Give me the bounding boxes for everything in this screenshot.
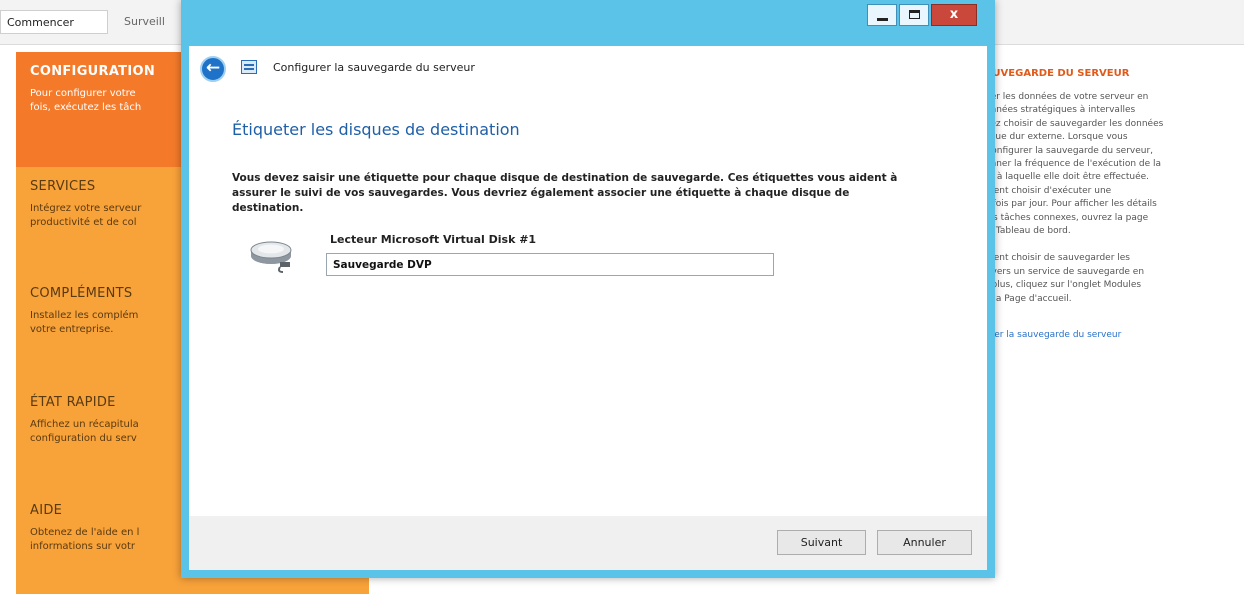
configure-backup-link[interactable]: urer la sauvegarde du serveur [985, 330, 1244, 340]
minimize-icon [877, 18, 888, 21]
close-button[interactable]: x [931, 4, 977, 26]
panel-description-2: ment choisir de sauvegarder les r vers u… [985, 253, 1145, 304]
disk-drive-icon [250, 241, 292, 273]
window-title: Configurer la sauvegarde du serveur [273, 61, 475, 74]
server-backup-icon [241, 60, 257, 74]
panel-description: ger les données de votre serveur en onné… [985, 92, 1164, 237]
minimize-button[interactable] [867, 4, 897, 26]
back-arrow-icon: ← [205, 58, 221, 78]
back-button[interactable]: ← [200, 56, 226, 82]
backup-wizard-window: x ← Configurer la sauvegarde du serveur … [181, 0, 995, 578]
maximize-icon [909, 10, 920, 19]
wizard-footer: Suivant Annuler [189, 516, 987, 570]
panel-title: AUVEGARDE DU SERVEUR [985, 68, 1130, 79]
backup-info-panel: AUVEGARDE DU SERVEUR ger les données de … [985, 60, 1244, 340]
disk-label-input[interactable] [326, 253, 774, 276]
tab-commencer[interactable]: Commencer [0, 10, 108, 34]
next-button[interactable]: Suivant [777, 530, 866, 555]
maximize-button[interactable] [899, 4, 929, 26]
close-icon: x [949, 7, 959, 22]
page-title: Étiqueter les disques de destination [232, 120, 520, 139]
cancel-button[interactable]: Annuler [877, 530, 972, 555]
wizard-header: ← Configurer la sauvegarde du serveur [189, 46, 987, 93]
page-description: Vous devez saisir une étiquette pour cha… [232, 172, 898, 214]
disk-name-label: Lecteur Microsoft Virtual Disk #1 [330, 233, 537, 246]
wizard-content: Étiqueter les disques de destination Vou… [189, 92, 987, 516]
window-controls: x [865, 4, 977, 28]
